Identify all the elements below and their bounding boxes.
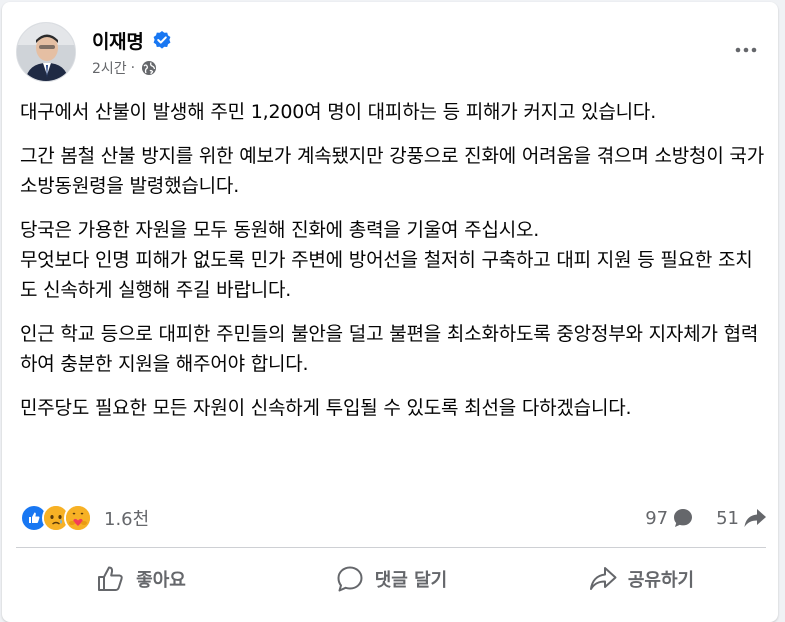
- post-card: 이재명 2시간 · 대구에서 산불이 발생해 주민 1,200여 명이 대피하는…: [2, 2, 778, 622]
- share-icon: [589, 567, 617, 590]
- share-button[interactable]: 공유하기: [516, 554, 766, 604]
- reaction-icons: [20, 504, 92, 532]
- post-meta: 2시간 ·: [92, 58, 157, 78]
- like-button[interactable]: 좋아요: [16, 554, 266, 604]
- care-reaction-icon: [64, 504, 92, 532]
- comment-icon: [337, 566, 363, 592]
- post-actions: 좋아요 댓글 달기 공유하기: [16, 554, 766, 604]
- globe-icon[interactable]: [141, 60, 157, 76]
- thumbs-up-icon: [98, 566, 123, 591]
- meta-separator: ·: [130, 60, 136, 76]
- share-arrow-icon: [743, 507, 766, 529]
- comment-button-label: 댓글 달기: [374, 570, 448, 591]
- comment-bubble-icon: [672, 507, 694, 529]
- comment-button[interactable]: 댓글 달기: [266, 554, 516, 604]
- reactions-summary[interactable]: 1.6천: [20, 502, 149, 534]
- author-avatar[interactable]: [16, 22, 76, 82]
- share-button-label: 공유하기: [627, 570, 695, 591]
- share-count[interactable]: 51: [716, 507, 766, 529]
- like-button-label: 좋아요: [136, 570, 186, 591]
- reaction-count[interactable]: 1.6천: [104, 505, 149, 531]
- post-paragraph: 당국은 가용한 자원을 모두 동원해 진화에 총력을 기울여 주십시오. 무엇보…: [20, 219, 753, 301]
- post-paragraph: 그간 봄철 산불 방지를 위한 예보가 계속됐지만 강풍으로 진화에 어려움을 …: [20, 145, 764, 197]
- post-header: 이재명 2시간 ·: [16, 22, 766, 88]
- post-paragraph: 대구에서 산불이 발생해 주민 1,200여 명이 대피하는 등 피해가 커지고…: [20, 101, 657, 123]
- verified-badge-icon: [152, 30, 172, 50]
- comment-count[interactable]: 97: [645, 507, 694, 529]
- comment-count-value: 97: [645, 507, 669, 529]
- comments-shares: 97 51: [645, 502, 766, 534]
- more-options-icon[interactable]: [728, 32, 764, 68]
- post-body: 대구에서 산불이 발생해 주민 1,200여 명이 대피하는 등 피해가 커지고…: [20, 97, 765, 437]
- actions-divider: [16, 547, 766, 548]
- post-paragraph: 인근 학교 등으로 대피한 주민들의 불안을 덜고 불편을 최소화하도록 중앙정…: [20, 323, 759, 375]
- post-paragraph: 민주당도 필요한 모든 자원이 신속하게 투입될 수 있도록 최선을 다하겠습니…: [20, 397, 632, 419]
- post-stats: 1.6천 97 51: [20, 502, 766, 534]
- post-time[interactable]: 2시간: [92, 58, 127, 78]
- author-name[interactable]: 이재명: [92, 27, 144, 54]
- share-count-value: 51: [716, 507, 739, 529]
- author-row: 이재명: [92, 26, 172, 54]
